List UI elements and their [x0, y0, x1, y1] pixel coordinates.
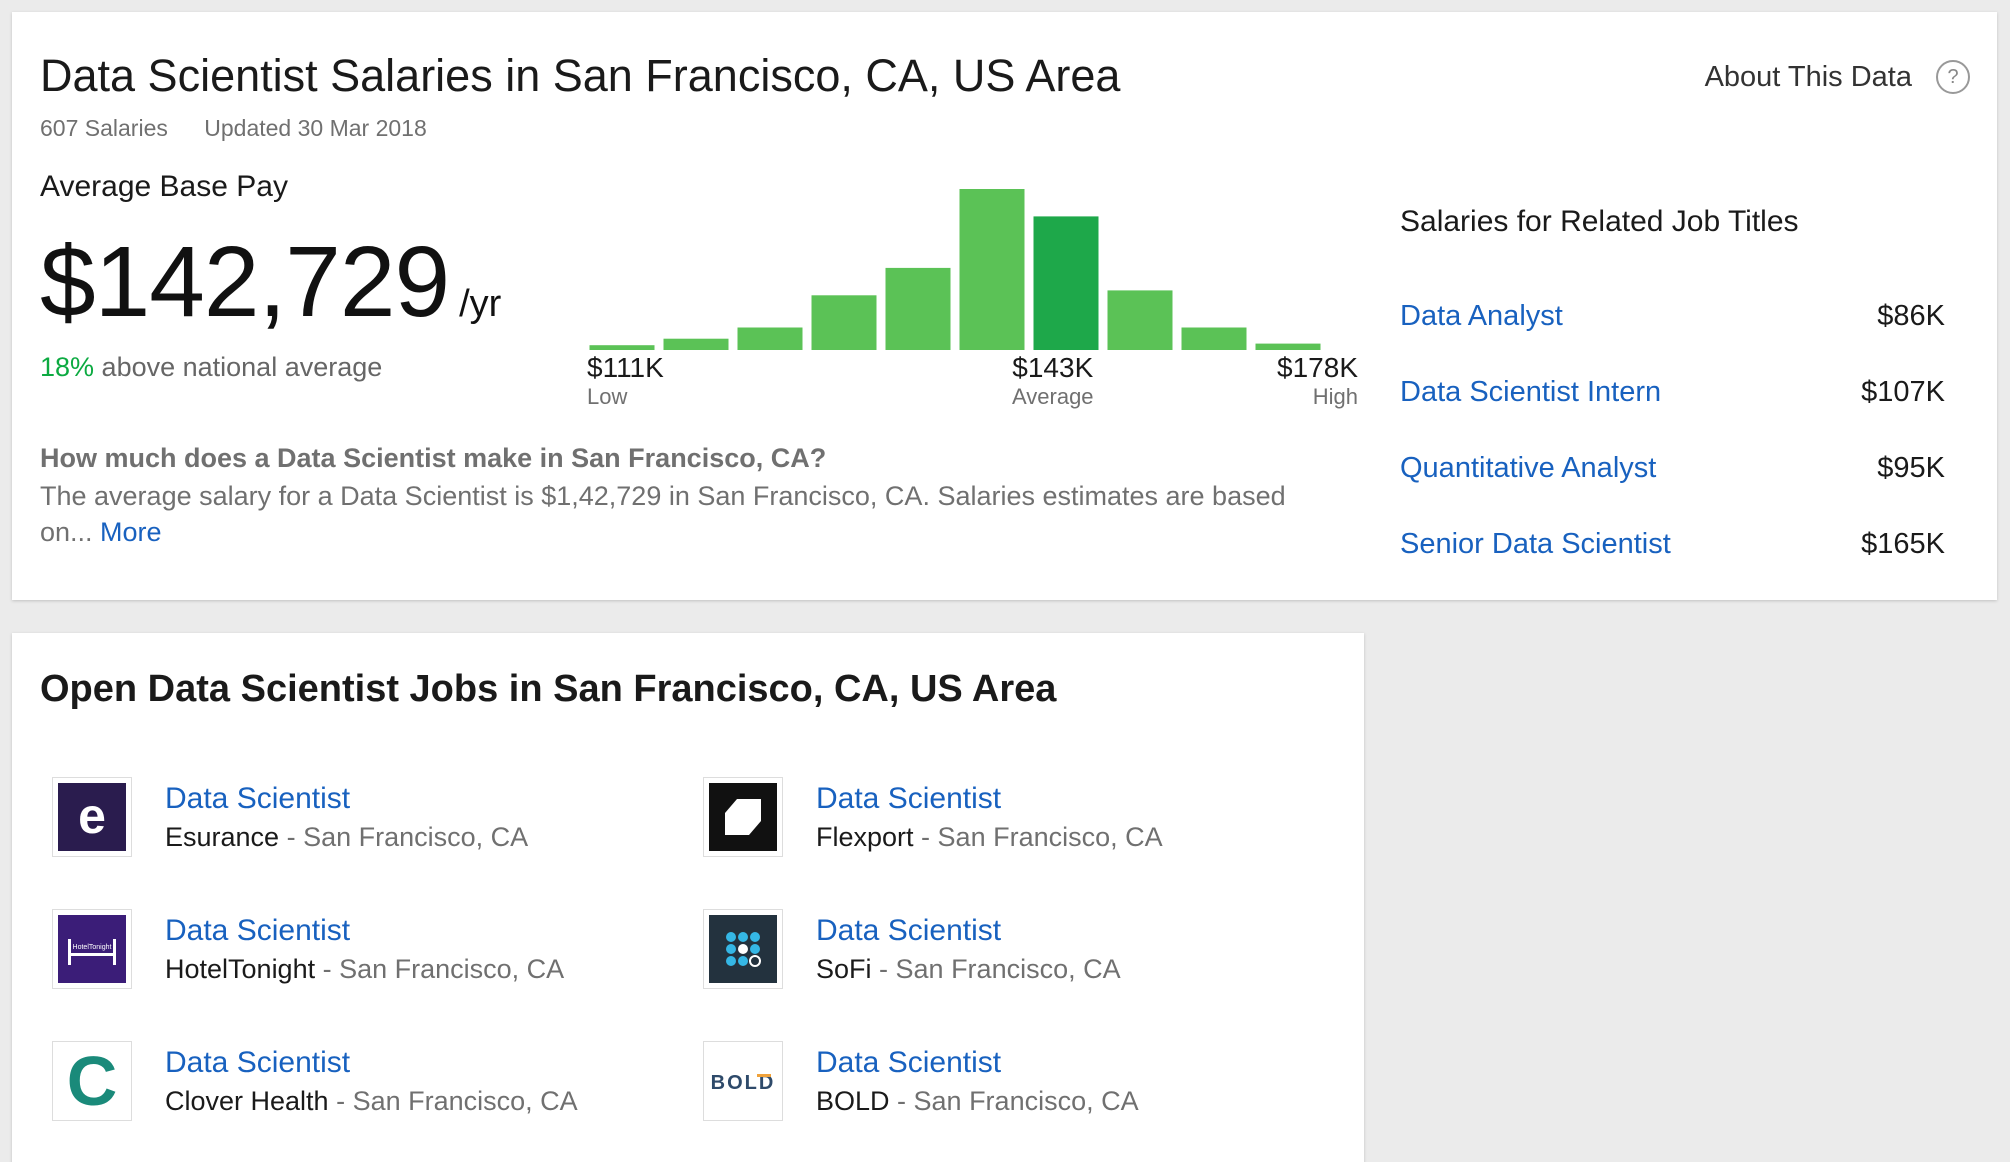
- faq-question: How much does a Data Scientist make in S…: [40, 443, 827, 473]
- job-company: Flexport: [816, 822, 914, 852]
- job-company: BOLD: [816, 1086, 890, 1116]
- hoteltonight-logo-text: HotelTonight: [73, 944, 112, 951]
- salary-count: 607 Salaries: [40, 115, 168, 141]
- job-text: Data Scientist BOLD - San Francisco, CA: [816, 1041, 1139, 1117]
- average-value: $143K: [1012, 352, 1094, 383]
- clover-health-logo[interactable]: C: [52, 1041, 132, 1121]
- job-title-link[interactable]: Data Scientist: [816, 782, 1163, 816]
- job-location: - San Francisco, CA: [315, 954, 565, 984]
- job-listing[interactable]: e Data Scientist Esurance - San Francisc…: [52, 777, 528, 857]
- job-company-location: HotelTonight - San Francisco, CA: [165, 954, 564, 985]
- clover-logo-letter: C: [67, 1047, 118, 1115]
- related-link-quantitative-analyst[interactable]: Quantitative Analyst: [1400, 452, 1656, 485]
- average-pay-row: $142,729 /yr: [40, 225, 501, 340]
- job-company: Clover Health: [165, 1086, 329, 1116]
- job-listing[interactable]: C Data Scientist Clover Health - San Fra…: [52, 1041, 578, 1121]
- histogram-bar-average: [1033, 216, 1099, 350]
- job-listing[interactable]: BOLD Data Scientist BOLD - San Francisco…: [703, 1041, 1139, 1121]
- job-listing[interactable]: Data Scientist Flexport - San Francisco,…: [703, 777, 1163, 857]
- job-company-location: BOLD - San Francisco, CA: [816, 1086, 1139, 1117]
- related-item: Data Analyst $86K: [1400, 278, 1945, 354]
- related-salary: $165K: [1861, 527, 1945, 560]
- histogram-bar: [885, 267, 951, 350]
- histogram-bar: [1107, 290, 1173, 350]
- salary-meta: 607 Salaries Updated 30 Mar 2018: [40, 115, 427, 142]
- job-title-link[interactable]: Data Scientist: [165, 914, 564, 948]
- job-location: - San Francisco, CA: [871, 954, 1121, 984]
- about-this-data-link[interactable]: About This Data ?: [1705, 60, 1970, 94]
- job-title-link[interactable]: Data Scientist: [165, 782, 528, 816]
- esurance-logo[interactable]: e: [52, 777, 132, 857]
- job-text: Data Scientist Flexport - San Francisco,…: [816, 777, 1163, 853]
- related-link-data-scientist-intern[interactable]: Data Scientist Intern: [1400, 376, 1661, 409]
- histogram-bar: [663, 338, 729, 350]
- faq-answer: The average salary for a Data Scientist …: [40, 478, 1300, 550]
- high-caption: High: [1312, 384, 1358, 409]
- salary-histogram: [589, 189, 1321, 350]
- comparison-percent: 18%: [40, 352, 95, 382]
- histogram-bar: [959, 189, 1025, 350]
- comparison-text: above national average: [94, 352, 383, 382]
- job-company-location: Flexport - San Francisco, CA: [816, 822, 1163, 853]
- job-text: Data Scientist SoFi - San Francisco, CA: [816, 909, 1121, 985]
- job-location: - San Francisco, CA: [889, 1086, 1139, 1116]
- about-this-data-label[interactable]: About This Data: [1705, 61, 1912, 94]
- average-base-pay-label: Average Base Pay: [40, 170, 288, 203]
- job-company: Esurance: [165, 822, 280, 852]
- job-company-location: SoFi - San Francisco, CA: [816, 954, 1121, 985]
- faq-answer-text: The average salary for a Data Scientist …: [40, 481, 1286, 547]
- low-caption: Low: [587, 384, 628, 409]
- help-icon[interactable]: ?: [1936, 60, 1970, 94]
- esurance-logo-letter: e: [78, 788, 106, 844]
- pay-unit: /yr: [459, 283, 502, 325]
- job-listing[interactable]: HotelTonight Data Scientist HotelTonight…: [52, 909, 564, 989]
- job-listing[interactable]: Data Scientist SoFi - San Francisco, CA: [703, 909, 1121, 989]
- bold-logo[interactable]: BOLD: [703, 1041, 783, 1121]
- histogram-bar: [1255, 343, 1321, 350]
- related-link-data-analyst[interactable]: Data Analyst: [1400, 300, 1563, 333]
- histogram-bar: [589, 345, 655, 350]
- job-location: - San Francisco, CA: [279, 822, 529, 852]
- histogram-bar: [1181, 327, 1247, 350]
- job-company-location: Clover Health - San Francisco, CA: [165, 1086, 578, 1117]
- high-value: $178K: [1277, 352, 1358, 383]
- histogram-low-label: $111K Low: [587, 352, 664, 410]
- job-title-link[interactable]: Data Scientist: [165, 1046, 578, 1080]
- average-pay-value: $142,729: [40, 226, 450, 338]
- related-salary: $86K: [1877, 299, 1945, 332]
- related-salary: $95K: [1877, 451, 1945, 484]
- related-item: Data Scientist Intern $107K: [1400, 354, 1945, 430]
- job-company-location: Esurance - San Francisco, CA: [165, 822, 528, 853]
- histogram-average-label: $143K Average: [1012, 352, 1094, 410]
- job-text: Data Scientist HotelTonight - San Franci…: [165, 909, 564, 985]
- average-caption: Average: [1012, 384, 1094, 409]
- related-item: Quantitative Analyst $95K: [1400, 430, 1945, 506]
- related-salary: $107K: [1861, 375, 1945, 408]
- more-link[interactable]: More: [100, 517, 162, 547]
- related-titles-list: Data Analyst $86K Data Scientist Intern …: [1400, 278, 1945, 582]
- job-company: SoFi: [816, 954, 872, 984]
- job-title-link[interactable]: Data Scientist: [816, 1046, 1139, 1080]
- job-title-link[interactable]: Data Scientist: [816, 914, 1121, 948]
- low-value: $111K: [587, 352, 664, 383]
- flexport-logo[interactable]: [703, 777, 783, 857]
- histogram-bar: [737, 327, 803, 350]
- updated-date: Updated 30 Mar 2018: [204, 115, 427, 141]
- national-comparison: 18% above national average: [40, 352, 382, 383]
- histogram-high-label: $178K High: [1277, 352, 1358, 410]
- page-title: Data Scientist Salaries in San Francisco…: [40, 50, 1121, 101]
- open-jobs-heading: Open Data Scientist Jobs in San Francisc…: [40, 668, 1057, 710]
- job-text: Data Scientist Esurance - San Francisco,…: [165, 777, 528, 853]
- related-link-senior-data-scientist[interactable]: Senior Data Scientist: [1400, 528, 1671, 561]
- sofi-logo[interactable]: [703, 909, 783, 989]
- hoteltonight-logo[interactable]: HotelTonight: [52, 909, 132, 989]
- job-text: Data Scientist Clover Health - San Franc…: [165, 1041, 578, 1117]
- related-item: Senior Data Scientist $165K: [1400, 506, 1945, 582]
- histogram-bar: [811, 295, 877, 350]
- related-titles-heading: Salaries for Related Job Titles: [1400, 205, 1799, 238]
- job-location: - San Francisco, CA: [913, 822, 1163, 852]
- job-location: - San Francisco, CA: [328, 1086, 578, 1116]
- job-company: HotelTonight: [165, 954, 316, 984]
